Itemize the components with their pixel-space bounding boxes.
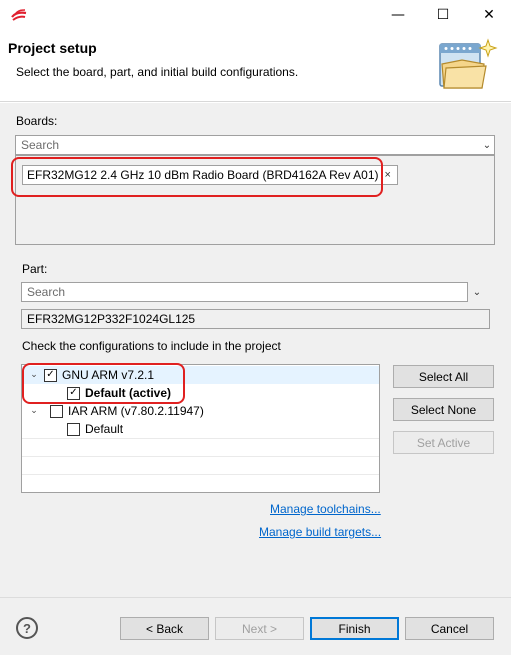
cancel-button[interactable]: Cancel <box>405 617 494 640</box>
row-divider <box>22 456 379 457</box>
collapse-chevron-icon[interactable]: ⌄ <box>28 406 40 416</box>
manage-build-targets-link[interactable]: Manage build targets... <box>259 525 381 539</box>
boards-label: Boards: <box>16 114 58 128</box>
row-divider <box>22 474 379 475</box>
tree-row-iar-default[interactable]: Default <box>22 420 379 438</box>
row-divider <box>22 438 379 439</box>
boards-highlight-annotation <box>11 157 383 197</box>
selected-part-field: EFR32MG12P332F1024GL125 <box>21 309 490 329</box>
part-search-input[interactable]: Search <box>21 282 468 302</box>
tree-row-iar-arm[interactable]: ⌄ IAR ARM (v7.80.2.11947) <box>22 402 379 420</box>
project-wizard-icon <box>439 38 498 89</box>
boards-dropdown-chevron-icon[interactable]: ⌄ <box>479 135 495 155</box>
wizard-header: Project setup Select the board, part, an… <box>0 30 511 102</box>
set-active-button[interactable]: Set Active <box>393 431 494 454</box>
checkbox-unchecked[interactable] <box>67 422 80 436</box>
maximize-button[interactable]: ☐ <box>420 0 466 30</box>
page-title: Project setup <box>8 40 97 56</box>
part-dropdown-chevron-icon[interactable]: ⌄ <box>469 282 485 302</box>
boards-search-input[interactable]: Search <box>15 135 495 155</box>
configurations-highlight-annotation <box>22 363 185 404</box>
configurations-label: Check the configurations to include in t… <box>22 339 281 353</box>
back-button[interactable]: < Back <box>120 617 209 640</box>
remove-board-icon[interactable]: × <box>385 169 391 181</box>
checkbox-unchecked[interactable] <box>50 404 63 418</box>
select-all-button[interactable]: Select All <box>393 365 494 388</box>
select-none-button[interactable]: Select None <box>393 398 494 421</box>
help-icon[interactable]: ? <box>16 617 38 639</box>
manage-toolchains-link[interactable]: Manage toolchains... <box>270 502 381 516</box>
silicon-labs-logo-icon <box>11 9 27 21</box>
configuration-label: Default <box>85 422 124 436</box>
page-subtitle: Select the board, part, and initial buil… <box>16 65 299 79</box>
finish-button[interactable]: Finish <box>310 617 399 640</box>
minimize-button[interactable]: — <box>375 0 421 30</box>
part-label: Part: <box>22 262 48 276</box>
toolchain-label: IAR ARM (v7.80.2.11947) <box>68 404 204 418</box>
next-button[interactable]: Next > <box>215 617 304 640</box>
close-window-button[interactable]: ✕ <box>466 0 511 30</box>
